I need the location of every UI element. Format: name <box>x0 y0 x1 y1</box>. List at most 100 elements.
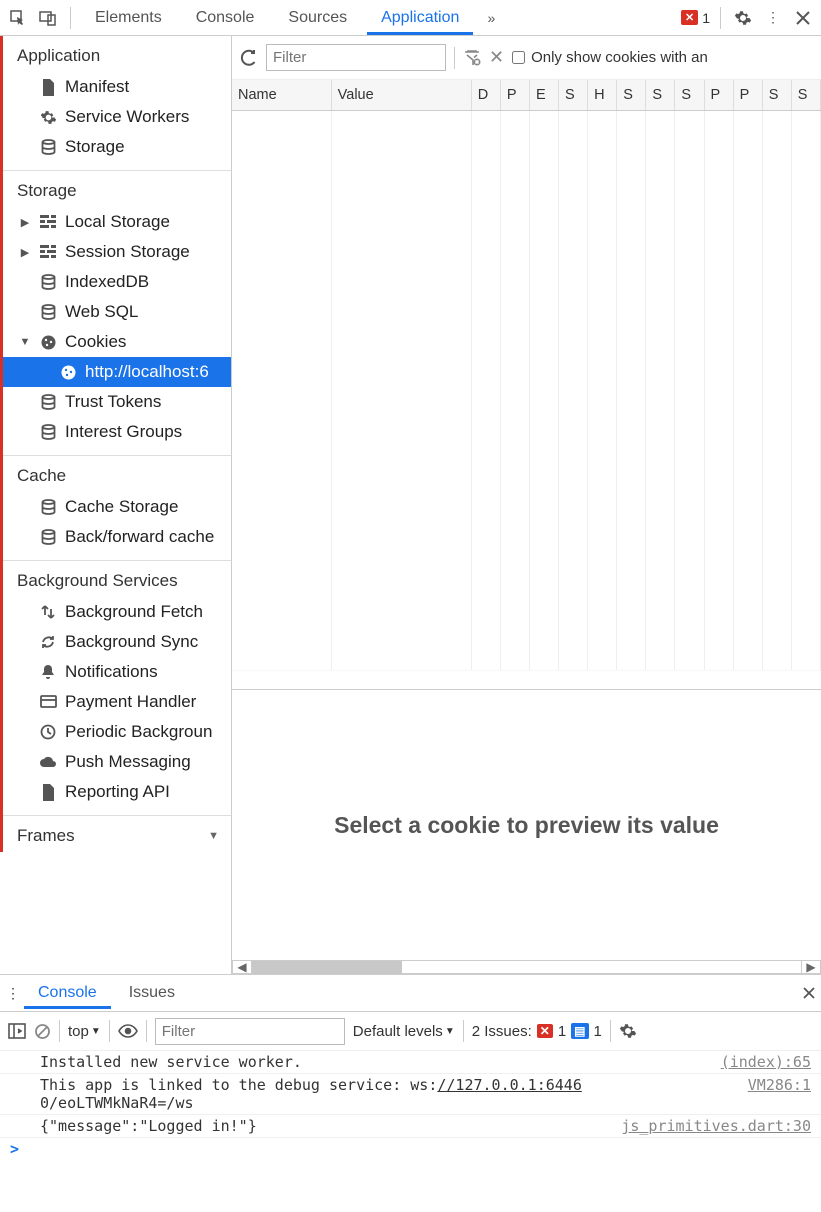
sync-icon <box>39 634 57 650</box>
kebab-icon[interactable]: ⋮ <box>761 6 785 30</box>
gear-icon[interactable] <box>731 6 755 30</box>
label: http://localhost:6 <box>85 362 209 382</box>
sidebar-item-bg-fetch[interactable]: Background Fetch <box>3 597 231 627</box>
sidebar-item-storage[interactable]: Storage <box>3 132 231 162</box>
sidebar-toggle-icon[interactable] <box>8 1023 26 1039</box>
console-line[interactable]: This app is linked to the debug service:… <box>0 1074 821 1115</box>
label: Local Storage <box>65 212 170 232</box>
context-selector[interactable]: top ▼ <box>68 1023 101 1040</box>
refresh-icon[interactable] <box>240 49 258 67</box>
drawer-tab-console[interactable]: Console <box>24 977 111 1009</box>
console-filter-input[interactable] <box>155 1018 345 1045</box>
sidebar-item-cookie-origin[interactable]: http://localhost:6 <box>3 357 231 387</box>
sidebar-item-websql[interactable]: Web SQL <box>3 297 231 327</box>
delete-icon[interactable]: ✕ <box>489 47 504 68</box>
sidebar-item-bg-sync[interactable]: Background Sync <box>3 627 231 657</box>
drawer-tab-issues[interactable]: Issues <box>115 977 189 1009</box>
filter-input[interactable] <box>266 44 446 71</box>
column-header[interactable]: P <box>500 80 529 110</box>
chevron-right-icon: ▶ <box>19 216 31 229</box>
column-header[interactable]: P <box>704 80 733 110</box>
chevron-down-icon: ▼ <box>91 1026 101 1037</box>
sidebar-item-trust-tokens[interactable]: Trust Tokens <box>3 387 231 417</box>
column-header[interactable]: E <box>529 80 558 110</box>
tab-sources[interactable]: Sources <box>274 1 361 35</box>
label: Notifications <box>65 662 158 682</box>
close-icon[interactable] <box>803 987 815 999</box>
column-header[interactable]: S <box>791 80 820 110</box>
error-indicator[interactable]: ✕1 <box>681 10 710 26</box>
more-tabs-icon[interactable]: » <box>479 6 503 30</box>
sidebar-item-cookies[interactable]: ▼Cookies <box>3 327 231 357</box>
chevron-down-icon[interactable]: ▼ <box>208 830 219 842</box>
transfer-icon <box>39 604 57 620</box>
column-header[interactable]: P <box>733 80 762 110</box>
database-icon <box>39 274 57 291</box>
source-link[interactable]: js_primitives.dart:30 <box>621 1117 811 1135</box>
column-header[interactable]: S <box>646 80 675 110</box>
sidebar-item-periodic-bg-sync[interactable]: Periodic Backgroun <box>3 717 231 747</box>
sidebar-item-bfcache[interactable]: Back/forward cache <box>3 522 231 552</box>
label: Back/forward cache <box>65 527 214 547</box>
levels-selector[interactable]: Default levels ▼ <box>353 1023 455 1040</box>
only-show-label: Only show cookies with an <box>531 49 708 66</box>
application-sidebar[interactable]: Application Manifest Service Workers Sto… <box>0 36 232 974</box>
clear-console-icon[interactable] <box>34 1023 51 1040</box>
kebab-icon[interactable]: ⋮ <box>6 985 20 1002</box>
ws-link[interactable]: //127.0.0.1:6446 <box>437 1076 582 1094</box>
horizontal-scrollbar[interactable]: ◀▶ <box>232 960 821 974</box>
source-link[interactable]: (index):65 <box>721 1053 811 1071</box>
sidebar-item-manifest[interactable]: Manifest <box>3 72 231 102</box>
inspect-icon[interactable] <box>6 6 30 30</box>
sidebar-item-indexeddb[interactable]: IndexedDB <box>3 267 231 297</box>
label: Cookies <box>65 332 126 352</box>
console-line[interactable]: Installed new service worker.(index):65 <box>0 1051 821 1074</box>
sidebar-item-session-storage[interactable]: ▶Session Storage <box>3 237 231 267</box>
sidebar-item-reporting[interactable]: Reporting API <box>3 777 231 807</box>
cloud-icon <box>39 755 57 769</box>
column-header[interactable]: H <box>588 80 617 110</box>
sidebar-item-notifications[interactable]: Notifications <box>3 657 231 687</box>
eye-icon[interactable] <box>118 1024 138 1038</box>
label: Trust Tokens <box>65 392 161 412</box>
console-toolbar: top ▼ Default levels ▼ 2 Issues: ✕1 ▤1 <box>0 1012 821 1051</box>
drawer-tabs: ⋮ Console Issues <box>0 975 821 1012</box>
column-header[interactable]: S <box>762 80 791 110</box>
label: IndexedDB <box>65 272 149 292</box>
tab-console[interactable]: Console <box>182 1 269 35</box>
cookie-preview: Select a cookie to preview its value <box>232 690 821 960</box>
sidebar-item-service-workers[interactable]: Service Workers <box>3 102 231 132</box>
database-icon <box>39 499 57 516</box>
column-header[interactable]: S <box>617 80 646 110</box>
console-line[interactable]: {"message":"Logged in!"}js_primitives.da… <box>0 1115 821 1138</box>
column-header[interactable]: S <box>559 80 588 110</box>
sidebar-item-interest-groups[interactable]: Interest Groups <box>3 417 231 447</box>
console-prompt[interactable]: > <box>0 1138 821 1160</box>
issues-indicator[interactable]: 2 Issues: ✕1 ▤1 <box>472 1023 602 1040</box>
gear-icon[interactable] <box>619 1022 637 1040</box>
device-toggle-icon[interactable] <box>36 6 60 30</box>
column-header[interactable]: Name <box>232 80 331 110</box>
label: Service Workers <box>65 107 189 127</box>
grid-icon <box>39 215 57 229</box>
column-header[interactable]: D <box>471 80 500 110</box>
column-header[interactable]: S <box>675 80 704 110</box>
only-show-checkbox[interactable] <box>512 51 525 64</box>
label: Background Sync <box>65 632 198 652</box>
tab-elements[interactable]: Elements <box>81 1 176 35</box>
sidebar-item-payment[interactable]: Payment Handler <box>3 687 231 717</box>
cookie-table[interactable]: NameValueDPESHSSSPPSS <box>232 80 821 690</box>
source-link[interactable]: VM286:1 <box>748 1076 811 1112</box>
clear-filter-icon[interactable] <box>463 49 481 67</box>
column-header[interactable]: Value <box>331 80 471 110</box>
console-output[interactable]: Installed new service worker.(index):65 … <box>0 1051 821 1212</box>
label: Interest Groups <box>65 422 182 442</box>
sidebar-item-cache-storage[interactable]: Cache Storage <box>3 492 231 522</box>
close-icon[interactable] <box>791 6 815 30</box>
sidebar-item-local-storage[interactable]: ▶ Local Storage <box>3 207 231 237</box>
label: Reporting API <box>65 782 170 802</box>
gear-icon <box>39 109 57 126</box>
issues-label: 2 Issues: <box>472 1023 532 1040</box>
tab-application[interactable]: Application <box>367 1 473 35</box>
sidebar-item-push[interactable]: Push Messaging <box>3 747 231 777</box>
